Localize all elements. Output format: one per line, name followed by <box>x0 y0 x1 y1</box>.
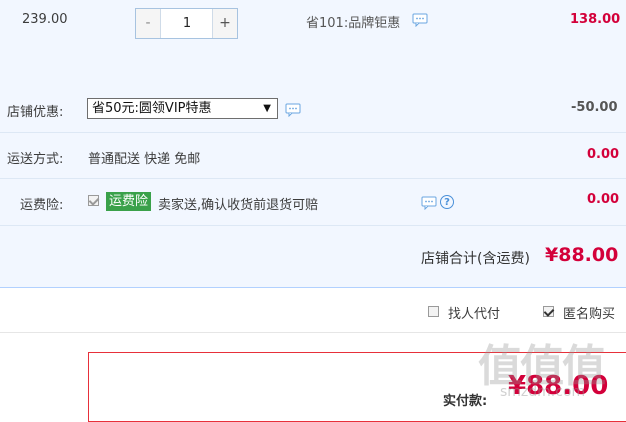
anonymous-purchase-label[interactable]: 匿名购买 <box>563 303 615 322</box>
shipping-amount: 0.00 <box>587 147 620 162</box>
chat-bubble-icon[interactable] <box>412 13 428 28</box>
shop-discount-select[interactable]: 省50元:圆领VIP特惠 ▼ <box>87 98 278 119</box>
order-item-panel: 239.00 - + 省101:品牌钜惠 138.00 店铺优惠: 省50元:圆… <box>0 0 626 288</box>
shipping-method-label: 运送方式: <box>7 152 64 167</box>
watermark-logo: 值值值 smzdm.com <box>478 341 606 400</box>
item-subtotal: 138.00 <box>570 12 621 27</box>
pay-for-me-label[interactable]: 找人代付 <box>448 303 500 322</box>
row-divider <box>0 178 626 179</box>
dropdown-arrow-icon: ▼ <box>263 103 271 114</box>
shop-total-label: 店铺合计(含运费) <box>421 251 530 267</box>
shipping-insurance-text: 卖家送,确认收货前退货可赔 <box>158 198 319 213</box>
pay-for-me-checkbox[interactable] <box>428 306 439 317</box>
shipping-insurance-amount: 0.00 <box>587 192 620 207</box>
help-icon[interactable]: ? <box>440 195 454 209</box>
shipping-method-text: 普通配送 快递 免邮 <box>88 152 201 167</box>
shop-discount-label: 店铺优惠: <box>7 105 64 120</box>
row-divider <box>0 132 626 133</box>
decrease-quantity-button[interactable]: - <box>136 9 161 38</box>
shop-discount-amount: -50.00 <box>571 100 618 115</box>
anonymous-purchase-checkbox[interactable] <box>543 306 554 317</box>
shipping-insurance-badge: 运费险 <box>106 192 152 211</box>
row-divider <box>0 225 626 226</box>
chat-bubble-icon[interactable] <box>421 196 437 211</box>
unit-price: 239.00 <box>22 12 68 27</box>
shop-discount-selected: 省50元:圆领VIP特惠 <box>92 101 212 116</box>
quantity-input[interactable] <box>161 9 213 38</box>
shop-total-amount: ¥88.00 <box>545 244 619 266</box>
increase-quantity-button[interactable]: + <box>212 9 237 38</box>
quantity-stepper[interactable]: - + <box>135 8 238 39</box>
item-promo-text: 省101:品牌钜惠 <box>306 16 401 31</box>
shipping-insurance-label: 运费险: <box>20 198 64 213</box>
shipping-insurance-checkbox[interactable] <box>88 195 99 206</box>
chat-bubble-icon[interactable] <box>285 103 301 118</box>
